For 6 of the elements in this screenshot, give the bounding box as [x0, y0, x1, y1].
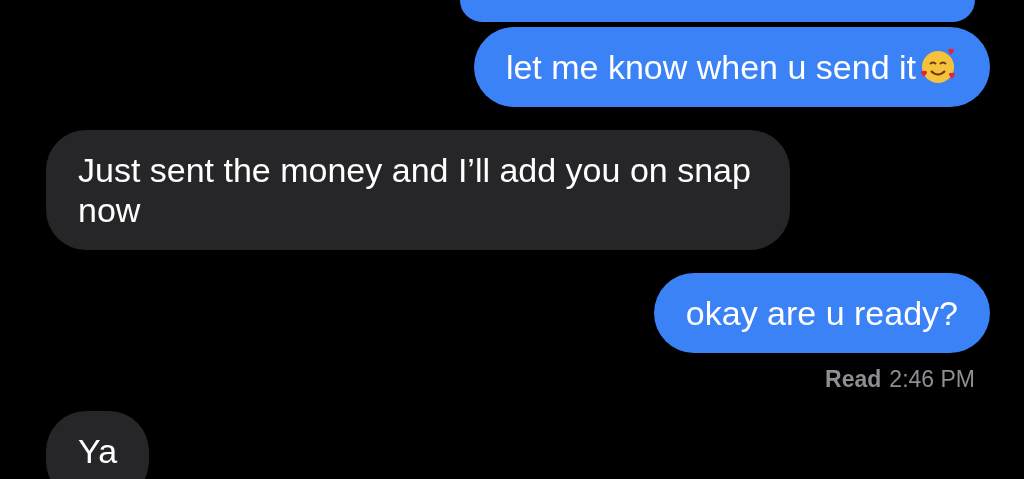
message-text: Ya	[78, 431, 118, 471]
message-text: okay are u ready?	[685, 293, 958, 333]
read-label: Read	[825, 366, 882, 393]
message-text: let me know when u send it	[505, 47, 916, 87]
message-text: Just sent the money and I’ll add you on snap now	[78, 150, 752, 230]
read-time: 2:46 PM	[889, 366, 975, 393]
